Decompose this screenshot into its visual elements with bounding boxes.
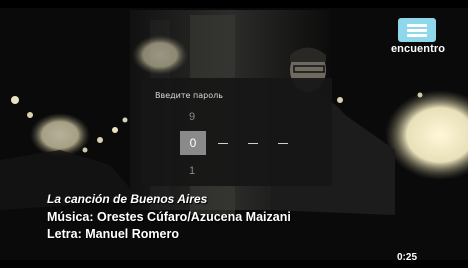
logo-stripe [407, 29, 427, 32]
password-dialog-title: Введите пароль [155, 91, 223, 100]
pin-digit-placeholder-2[interactable] [218, 143, 228, 144]
digit-previous-value: 9 [188, 111, 196, 123]
video-player-screen: encuentro Введите пароль 9 0 1 La canció… [0, 0, 468, 268]
password-dialog: Введите пароль 9 0 1 [142, 78, 332, 186]
channel-logo-text: encuentro [390, 43, 446, 55]
logo-stripe [407, 34, 427, 37]
digit-next-value: 1 [188, 165, 196, 177]
channel-logo-mark [398, 18, 436, 42]
pin-digit-placeholder-3[interactable] [248, 143, 258, 144]
letterbox-top [0, 0, 468, 8]
pin-digit-input[interactable]: 0 [180, 131, 206, 155]
pin-digit-placeholder-4[interactable] [278, 143, 288, 144]
music-credit-caption: Música: Orestes Cúfaro/Azucena Maizani [47, 210, 291, 224]
logo-stripe [407, 24, 427, 27]
channel-logo: encuentro [388, 18, 448, 62]
song-title-caption: La canción de Buenos Aires [47, 192, 208, 206]
lyrics-credit-caption: Letra: Manuel Romero [47, 227, 179, 241]
elapsed-time: 0:25 [397, 252, 418, 263]
